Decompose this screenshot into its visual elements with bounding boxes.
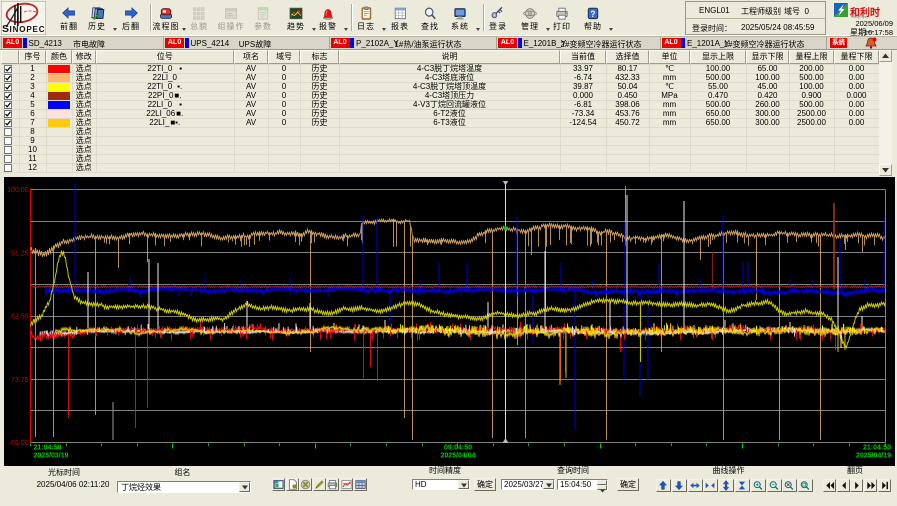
svg-text:2025/04/19: 2025/04/19 bbox=[856, 453, 891, 460]
svg-text:S: S bbox=[2, 23, 9, 35]
svg-text:2025/03/19: 2025/03/19 bbox=[34, 453, 69, 460]
svg-text:?: ? bbox=[591, 9, 596, 19]
svg-text:09:04:50: 09:04:50 bbox=[444, 445, 472, 452]
svg-text:21:04:50: 21:04:50 bbox=[863, 445, 891, 452]
svg-text:73.75: 73.75 bbox=[11, 377, 29, 384]
svg-text:91.25: 91.25 bbox=[11, 250, 29, 257]
svg-text:2025/04/04: 2025/04/04 bbox=[440, 453, 475, 460]
svg-text:65.00: 65.00 bbox=[11, 440, 29, 447]
svg-text:INOPEC: INOPEC bbox=[10, 25, 45, 34]
svg-text:21:04:50: 21:04:50 bbox=[34, 445, 62, 452]
svg-text:82.50: 82.50 bbox=[11, 314, 29, 321]
svg-text:100.00: 100.00 bbox=[7, 187, 29, 194]
